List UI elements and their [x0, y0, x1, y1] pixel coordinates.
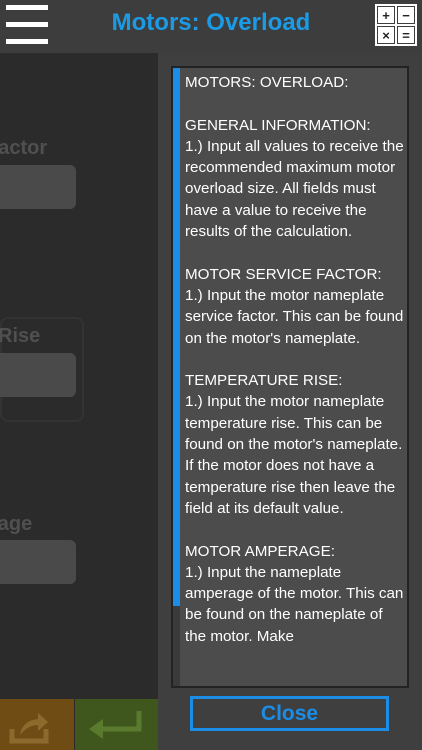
- page-title: Motors: Overload: [111, 9, 311, 36]
- help-section-heading: MOTOR SERVICE FACTOR:: [185, 265, 382, 283]
- help-section-body: 1.) Input all values to receive the reco…: [185, 137, 404, 241]
- help-section-heading: MOTOR AMPERAGE:: [185, 542, 335, 560]
- temperature-rise-label: Rise: [0, 325, 41, 347]
- scrollbar-track[interactable]: [173, 68, 180, 686]
- help-section-body: 1.) Input the motor nameplate temperatur…: [185, 393, 403, 517]
- calculator-icon[interactable]: + − × =: [375, 4, 417, 46]
- enter-return-icon: [89, 711, 142, 739]
- help-section: MOTOR AMPERAGE: 1.) Input the nameplate …: [185, 541, 407, 647]
- calculator-form: Factor Rise rage: [0, 53, 158, 699]
- scrollbar-thumb[interactable]: [173, 68, 180, 606]
- export-icon: [9, 713, 49, 744]
- help-section-body: 1.) Input the motor nameplate service fa…: [185, 286, 404, 347]
- help-section-heading: MOTORS: OVERLOAD:: [185, 74, 349, 91]
- help-section-heading: TEMPERATURE RISE:: [185, 372, 343, 390]
- calc-equals-key: =: [397, 26, 415, 44]
- help-section: MOTOR SERVICE FACTOR: 1.) Input the moto…: [185, 264, 407, 349]
- service-factor-field[interactable]: [0, 165, 76, 209]
- app-header: Motors: Overload + − × =: [0, 0, 422, 53]
- help-section: TEMPERATURE RISE: 1.) Input the motor na…: [185, 370, 407, 519]
- help-section-heading: GENERAL INFORMATION:: [185, 116, 371, 134]
- service-factor-label: Factor: [0, 137, 48, 159]
- enter-button[interactable]: [75, 699, 158, 750]
- calc-plus-key: +: [377, 6, 395, 24]
- hamburger-menu-icon[interactable]: [6, 5, 48, 45]
- help-content: MOTORS: OVERLOAD: GENERAL INFORMATION: 1…: [185, 72, 407, 668]
- help-section: GENERAL INFORMATION: 1.) Input all value…: [185, 115, 407, 243]
- calc-minus-key: −: [397, 6, 415, 24]
- motor-amperage-field[interactable]: [0, 540, 76, 584]
- temperature-rise-field[interactable]: [0, 353, 76, 397]
- close-button[interactable]: Close: [190, 696, 389, 731]
- help-section-body: 1.) Input the nameplate amperage of the …: [185, 563, 404, 645]
- export-button[interactable]: [0, 699, 74, 750]
- help-text-box[interactable]: MOTORS: OVERLOAD: GENERAL INFORMATION: 1…: [171, 66, 409, 688]
- help-section: MOTORS: OVERLOAD:: [185, 72, 407, 93]
- calc-times-key: ×: [377, 26, 395, 44]
- motor-amperage-label: rage: [0, 513, 33, 535]
